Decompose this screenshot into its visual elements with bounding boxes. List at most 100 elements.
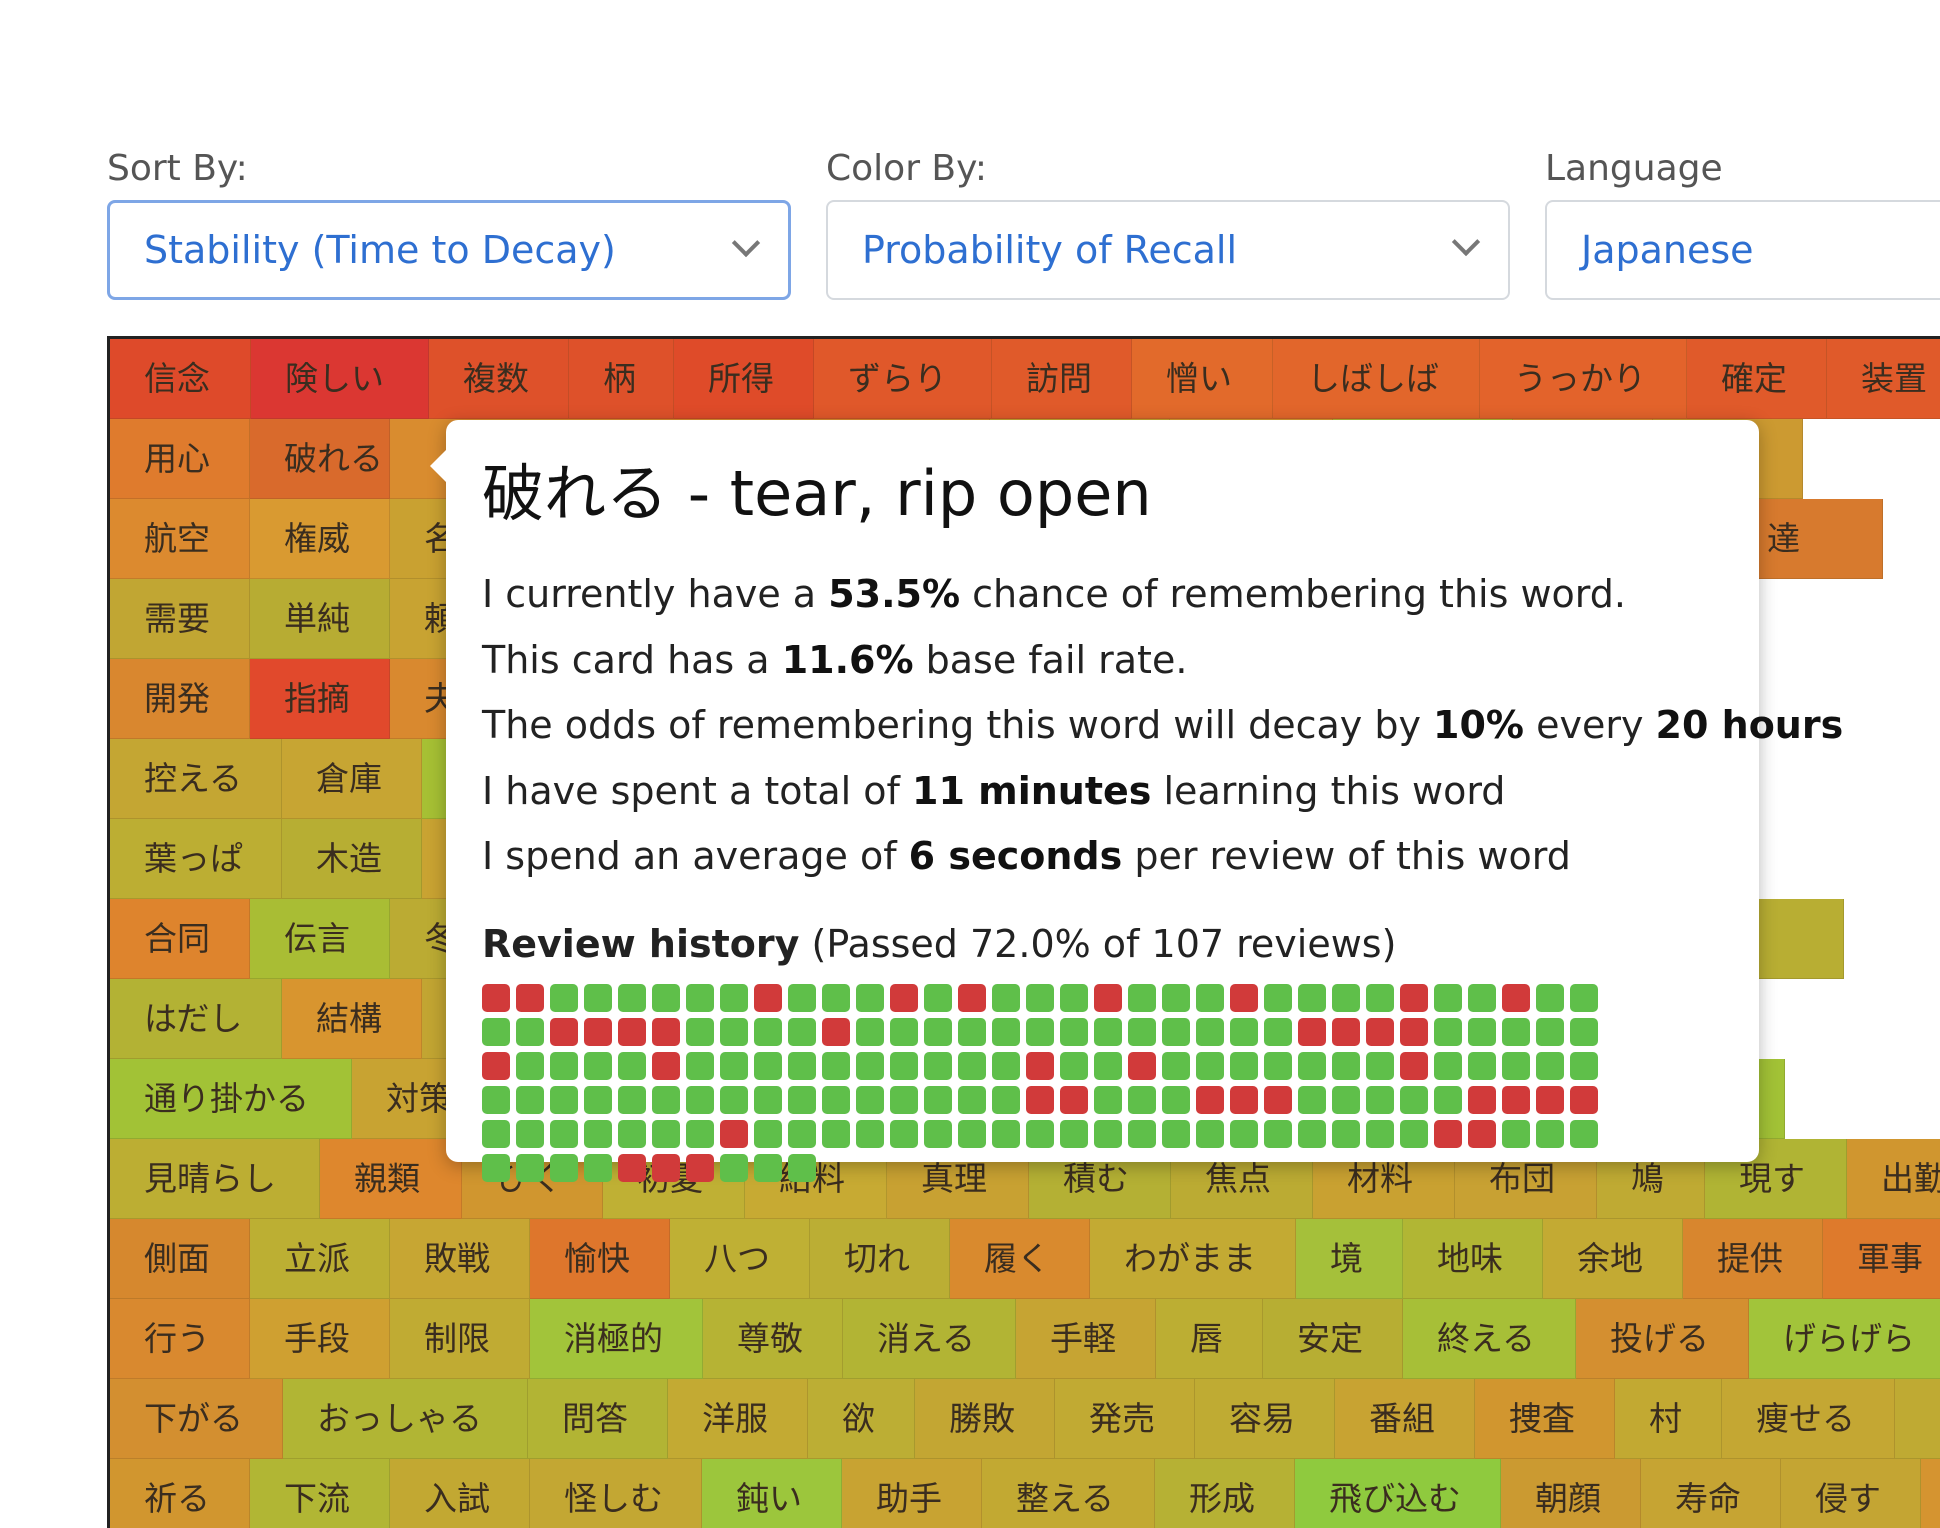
language-select[interactable]: Japanese: [1545, 200, 1940, 300]
word-tile[interactable]: 倉庫: [282, 739, 422, 819]
word-tile[interactable]: 履く: [950, 1219, 1090, 1299]
word-tile[interactable]: 村: [1615, 1379, 1722, 1459]
word-tile[interactable]: 憎い: [1132, 339, 1273, 419]
word-tile[interactable]: 所得: [674, 339, 814, 419]
word-tile[interactable]: 結構: [282, 979, 422, 1059]
word-tile[interactable]: 伝言: [250, 899, 390, 979]
review-pass-square: [516, 1085, 544, 1114]
word-tile[interactable]: 侵す: [1781, 1459, 1921, 1528]
word-tile[interactable]: [1895, 1379, 1940, 1459]
word-tile[interactable]: 用心: [110, 419, 250, 499]
word-tile[interactable]: 入試: [390, 1459, 530, 1528]
review-fail-square: [618, 1017, 646, 1046]
word-tile[interactable]: 境: [1296, 1219, 1403, 1299]
word-tile[interactable]: 問答: [528, 1379, 668, 1459]
review-pass-square: [1230, 1017, 1258, 1046]
word-tile[interactable]: 手段: [250, 1299, 390, 1379]
word-tile[interactable]: 尊敬: [703, 1299, 843, 1379]
word-tile[interactable]: 複数: [429, 339, 569, 419]
word-tile[interactable]: 捜査: [1475, 1379, 1615, 1459]
word-tile[interactable]: 八つ: [670, 1219, 810, 1299]
review-pass-square: [1570, 1051, 1598, 1080]
word-tile[interactable]: 形成: [1155, 1459, 1295, 1528]
word-tile[interactable]: 唇: [1156, 1299, 1263, 1379]
word-tile[interactable]: 切れ: [810, 1219, 950, 1299]
word-tile[interactable]: 単純: [250, 579, 390, 659]
word-tile[interactable]: 開発: [110, 659, 250, 739]
word-tile[interactable]: 険しい: [251, 339, 429, 419]
word-tile[interactable]: 木造: [282, 819, 422, 899]
word-tile[interactable]: 需要: [110, 579, 250, 659]
word-tile[interactable]: 容易: [1195, 1379, 1335, 1459]
word-tile[interactable]: 立派: [250, 1219, 390, 1299]
word-tile[interactable]: 怪しむ: [530, 1459, 702, 1528]
word-tile[interactable]: [1921, 1459, 1940, 1528]
word-tile[interactable]: 愉快: [530, 1219, 670, 1299]
review-fail-square: [516, 983, 544, 1012]
word-tile[interactable]: 装置: [1827, 339, 1940, 419]
word-tile[interactable]: 地味: [1403, 1219, 1543, 1299]
word-tile[interactable]: 消える: [843, 1299, 1016, 1379]
word-tile[interactable]: 整える: [982, 1459, 1155, 1528]
word-tile[interactable]: 信念: [110, 339, 251, 419]
word-tile[interactable]: 投げる: [1576, 1299, 1749, 1379]
word-tile[interactable]: 寿命: [1641, 1459, 1781, 1528]
review-history-grid: [482, 983, 1622, 1188]
word-tile[interactable]: 葉っぱ: [110, 819, 282, 899]
word-tile[interactable]: 親類: [320, 1139, 462, 1219]
word-tile[interactable]: 航空: [110, 499, 250, 579]
word-tile[interactable]: 助手: [842, 1459, 982, 1528]
word-tile[interactable]: うっかり: [1480, 339, 1687, 419]
word-tile[interactable]: 行う: [110, 1299, 250, 1379]
review-history-summary: (Passed 72.0% of 107 reviews): [811, 921, 1397, 966]
review-fail-square: [1502, 1085, 1530, 1114]
word-tile[interactable]: 権威: [250, 499, 390, 579]
word-tile[interactable]: 終える: [1403, 1299, 1576, 1379]
review-fail-square: [1298, 1017, 1326, 1046]
word-tile[interactable]: 柄: [569, 339, 674, 419]
word-tile[interactable]: 下がる: [110, 1379, 283, 1459]
word-tile[interactable]: しばしば: [1273, 339, 1480, 419]
word-tile[interactable]: 敗戦: [390, 1219, 530, 1299]
word-tile[interactable]: 訪問: [992, 339, 1132, 419]
word-tile[interactable]: おっしゃる: [283, 1379, 528, 1459]
review-pass-square: [1094, 1051, 1122, 1080]
word-tile[interactable]: 確定: [1687, 339, 1827, 419]
stat-line: I currently have a 53.5% chance of remem…: [482, 562, 1723, 628]
word-tile[interactable]: 欲: [808, 1379, 915, 1459]
review-pass-square: [924, 1051, 952, 1080]
word-tile[interactable]: 番組: [1335, 1379, 1475, 1459]
word-tile[interactable]: 祈る: [110, 1459, 250, 1528]
review-pass-square: [1060, 1051, 1088, 1080]
word-tile[interactable]: 手軽: [1016, 1299, 1156, 1379]
word-tile[interactable]: ずらり: [814, 339, 992, 419]
review-fail-square: [1230, 1085, 1258, 1114]
word-tile[interactable]: 安定: [1263, 1299, 1403, 1379]
word-tile[interactable]: 下流: [250, 1459, 390, 1528]
word-tile[interactable]: 軍事: [1823, 1219, 1940, 1299]
word-tile[interactable]: 制限: [390, 1299, 530, 1379]
word-tile[interactable]: 提供: [1683, 1219, 1823, 1299]
word-tile[interactable]: 指摘: [250, 659, 390, 739]
word-tile[interactable]: げらげら: [1749, 1299, 1940, 1379]
word-tile[interactable]: 側面: [110, 1219, 250, 1299]
word-tile[interactable]: 出勤: [1847, 1139, 1940, 1219]
word-tile[interactable]: はだし: [110, 979, 282, 1059]
word-tile[interactable]: 洋服: [668, 1379, 808, 1459]
word-tile[interactable]: 破れる: [250, 419, 390, 499]
word-tile[interactable]: 痩せる: [1722, 1379, 1895, 1459]
word-tile[interactable]: 通り掛かる: [110, 1059, 352, 1139]
sort-by-select[interactable]: Stability (Time to Decay): [107, 200, 791, 300]
word-tile[interactable]: 鈍い: [702, 1459, 842, 1528]
word-tile[interactable]: わがまま: [1090, 1219, 1296, 1299]
word-tile[interactable]: 余地: [1543, 1219, 1683, 1299]
word-tile[interactable]: 合同: [110, 899, 250, 979]
word-tile[interactable]: 控える: [110, 739, 282, 819]
word-tile[interactable]: 勝敗: [915, 1379, 1055, 1459]
color-by-select[interactable]: Probability of Recall: [826, 200, 1510, 300]
word-tile[interactable]: 朝顔: [1501, 1459, 1641, 1528]
word-tile[interactable]: 消極的: [530, 1299, 703, 1379]
word-tile[interactable]: 飛び込む: [1295, 1459, 1501, 1528]
word-tile[interactable]: 発売: [1055, 1379, 1195, 1459]
word-tile[interactable]: 見晴らし: [110, 1139, 320, 1219]
